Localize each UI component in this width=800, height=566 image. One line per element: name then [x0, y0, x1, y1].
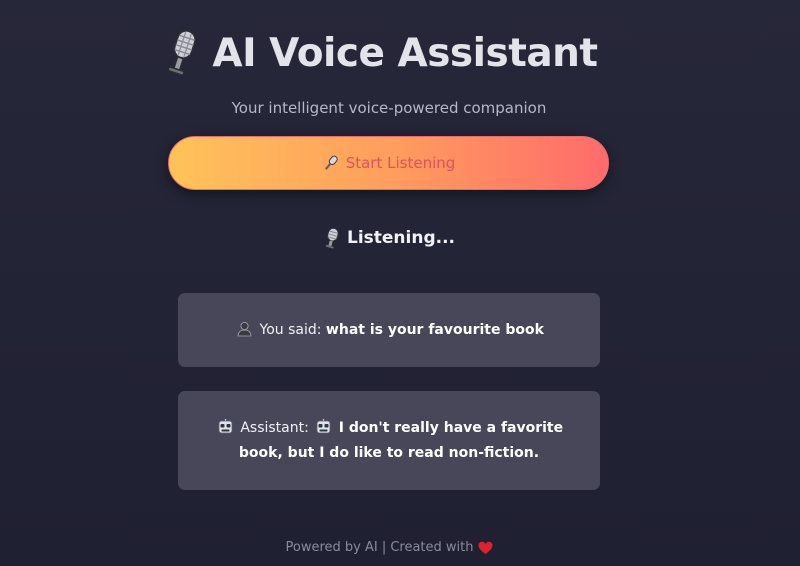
user-message-card: You said: what is your favourite book: [178, 293, 600, 367]
microphone-icon: [324, 155, 338, 170]
user-message-text: what is your favourite book: [325, 321, 544, 338]
heart-icon: [478, 541, 492, 554]
studio-microphone-icon: [325, 227, 339, 249]
robot-face-icon: [316, 418, 331, 433]
assistant-message: Assistant: I don't really have a favorit…: [206, 416, 572, 466]
listening-status: Listening...: [0, 227, 778, 249]
page-subtitle: Your intelligent voice-powered companion: [231, 99, 547, 117]
studio-microphone-icon: [168, 29, 197, 76]
status-text: Listening...: [346, 228, 455, 248]
user-message: You said: what is your favourite book: [234, 318, 544, 343]
bust-in-silhouette-icon: [237, 321, 252, 336]
page-title: AI Voice Assistant: [212, 30, 598, 76]
start-listening-label: Start Listening: [345, 154, 456, 172]
user-message-prefix: You said:: [259, 321, 322, 338]
assistant-message-card: Assistant: I don't really have a favorit…: [178, 391, 600, 490]
start-listening-button[interactable]: Start Listening: [168, 136, 609, 190]
footer: Powered by AI | Created with: [0, 540, 778, 555]
page-header: AI Voice Assistant: [0, 28, 760, 78]
footer-text: Powered by AI | Created with: [285, 540, 474, 555]
robot-face-icon: [218, 418, 233, 433]
assistant-message-prefix: Assistant:: [240, 419, 309, 436]
